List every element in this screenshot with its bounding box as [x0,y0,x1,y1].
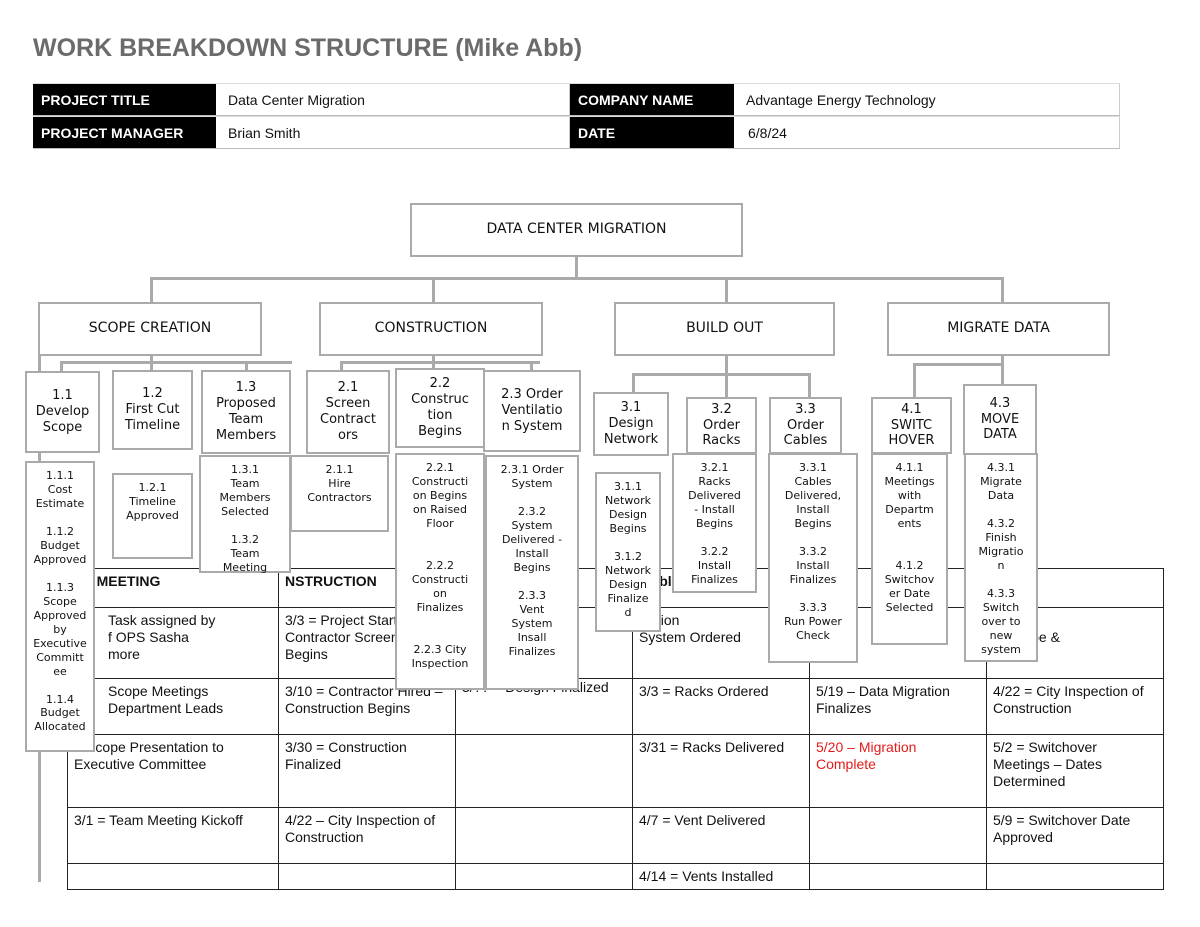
wbs-level1-box: CONSTRUCTION [319,302,543,356]
wbs-level1-box: MIGRATE DATA [887,302,1110,356]
wbs-level2-box: 3.2 Order Racks [686,397,757,454]
schedule-cell: 3/30 = Construction Finalized [278,734,456,808]
wbs-level3-box: 3.1.1 Network Design Begins 3.1.2 Networ… [595,472,661,632]
wbs-level2-box: 1.2 First Cut Timeline [112,370,193,450]
connector-line [340,361,540,364]
wbs-level2-box: 3.3 Order Cables [769,397,842,454]
wbs-root-box: DATA CENTER MIGRATION [410,203,743,257]
schedule-cell: 4/22 – City Inspection of Construction [278,807,456,864]
schedule-cell: 4/14 = Vents Installed [632,863,810,890]
connector-line [60,361,63,371]
wbs-level3-box: 1.3.1 Team Members Selected 1.3.2 Team M… [199,455,291,574]
connector-line [913,363,1004,366]
schedule-cell: 3/31 = Racks Delivered [632,734,810,808]
schedule-row: Scope Meetings Department Leads 3/10 = Co… [67,678,1164,735]
wbs-level3-box: 4.3.1 Migrate Data 4.3.2 Finish Migratio… [964,453,1038,662]
wbs-level3-box: 4.1.1 Meetings with Departm ents 4.1.2 S… [871,453,948,645]
page-title: WORK BREAKDOWN STRUCTURE (Mike Abb) [33,34,583,62]
date-label: DATE [570,116,734,149]
wbs-level2-box: 4.3 MOVE DATA [963,384,1037,455]
schedule-row: 3/1 = Team Meeting Kickoff 4/22 – City In… [67,807,1164,864]
connector-line [432,277,435,302]
schedule-cell [809,863,987,890]
wbs-level3-box: 2.1.1 Hire Contractors [290,455,389,532]
wbs-level3-box: 3.3.1 Cables Delivered, Install Begins 3… [768,453,858,663]
wbs-level2-box: 2.2 Construc tion Begins [395,368,485,448]
connector-line [725,373,728,397]
schedule-cell: Task assigned by f OPS Sasha more [67,607,279,679]
connector-line [575,256,578,278]
schedule-row: 4/14 = Vents Installed [67,863,1164,890]
schedule-cell: 3/3 = Racks Ordered [632,678,810,735]
document-page: WORK BREAKDOWN STRUCTURE (Mike Abb) PROJ… [0,0,1200,927]
wbs-level2-box: 2.1 Screen Contract ors [306,370,390,454]
schedule-cell [809,807,987,864]
schedule-cell [455,807,633,864]
wbs-level3-box: 1.2.1 Timeline Approved [112,473,193,559]
wbs-level1-box: BUILD OUT [614,302,835,356]
project-manager-value: Brian Smith [216,116,570,149]
schedule-cell: 4/22 = City Inspection of Construction [986,678,1164,735]
wbs-level2-box: 1.1 Develop Scope [25,371,100,453]
schedule-cell: 4/7 = Vent Delivered [632,807,810,864]
schedule-cell: 5/19 – Data Migration Finalizes [809,678,987,735]
wbs-level3-box: 3.2.1 Racks Delivered - Install Begins 3… [672,453,757,593]
wbs-level1-box: SCOPE CREATION [38,302,262,356]
connector-line [913,363,916,397]
project-title-label: PROJECT TITLE [33,83,216,116]
schedule-cell: 5/20 – Migration Complete [809,734,987,808]
connector-line [150,277,1002,280]
schedule-cell [455,734,633,808]
connector-line [150,277,153,302]
wbs-level2-box: 1.3 Proposed Team Members [201,370,291,454]
schedule-cell: Scope Meetings Department Leads [67,678,279,735]
connector-line [725,355,728,375]
schedule-cell: = Scope Presentation to Executive Commit… [67,734,279,808]
wbs-level2-box: 3.1 Design Network [593,392,669,456]
wbs-level3-box: 2.3.1 Order System 2.3.2 System Delivere… [485,455,579,690]
connector-line [1001,277,1004,302]
date-value: 6/8/24 [734,116,1120,149]
wbs-level3-box: 2.2.1 Constructi on Begins on Raised Flo… [395,453,485,690]
project-manager-label: PROJECT MANAGER [33,116,216,149]
connector-line [725,277,728,302]
connector-line [1001,363,1004,384]
schedule-cell: 3/1 = Team Meeting Kickoff [67,807,279,864]
schedule-cell [986,863,1164,890]
schedule-cell [67,863,279,890]
connector-line [60,361,292,364]
schedule-cell: 5/2 = Switchover Meetings – Dates Determ… [986,734,1164,808]
schedule-cell: 5/9 = Switchover Date Approved [986,807,1164,864]
company-name-value: Advantage Energy Technology [734,83,1120,116]
wbs-level3-box: 1.1.1 Cost Estimate 1.1.2 Budget Approve… [25,461,95,752]
schedule-row: = Scope Presentation to Executive Commit… [67,734,1164,808]
wbs-level2-box: 2.3 Order Ventilatio n System [483,370,581,452]
company-name-label: COMPANY NAME [570,83,734,116]
wbs-level2-box: 4.1 SWITC HOVER [871,397,952,454]
project-title-value: Data Center Migration [216,83,570,116]
connector-line [808,373,811,397]
schedule-cell [455,863,633,890]
schedule-cell [278,863,456,890]
connector-line [632,373,810,376]
